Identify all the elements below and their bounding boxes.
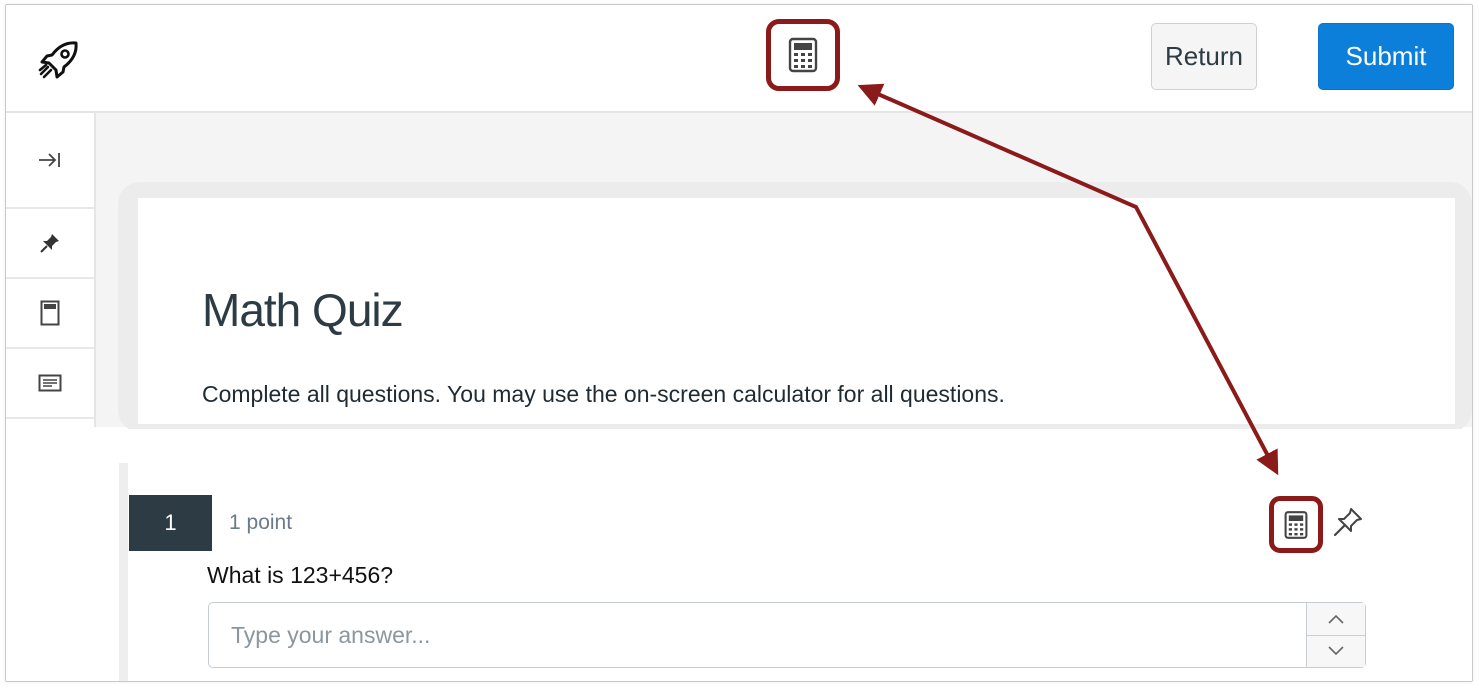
- expand-rail-button[interactable]: [6, 113, 94, 209]
- pin-rail-button[interactable]: [6, 209, 94, 279]
- answer-input[interactable]: [209, 603, 1307, 667]
- quiz-title: Math Quiz: [202, 284, 404, 336]
- question-points: 1 point: [229, 511, 293, 534]
- calculator-icon: [788, 37, 818, 73]
- top-bar: Return Submit: [6, 5, 1472, 113]
- calculator-icon: [1284, 510, 1308, 539]
- text-rail-button[interactable]: [6, 349, 94, 419]
- text-lines-icon: [38, 374, 62, 392]
- left-rail: [6, 113, 96, 427]
- document-rail-button[interactable]: [6, 279, 94, 349]
- answer-field: [208, 602, 1366, 668]
- collapse-arrow-icon: [39, 153, 60, 167]
- quiz-description: Complete all questions. You may use the …: [202, 381, 1005, 407]
- chevron-down-icon: [1328, 646, 1344, 656]
- question-left-bar: [119, 463, 128, 681]
- submit-button[interactable]: Submit: [1318, 23, 1454, 90]
- stepper-up-button[interactable]: [1307, 603, 1365, 636]
- calculator-button[interactable]: [766, 19, 840, 91]
- return-button[interactable]: Return: [1151, 23, 1257, 90]
- pin-outline-icon[interactable]: [1331, 505, 1365, 539]
- chevron-up-icon: [1328, 614, 1344, 624]
- question-calculator-button[interactable]: [1269, 496, 1323, 553]
- pin-icon: [40, 234, 59, 253]
- quiz-window: Return Submit Math Quiz Complete all que…: [5, 4, 1473, 682]
- question-text: What is 123+456?: [207, 562, 394, 588]
- rocket-icon: [38, 41, 78, 79]
- answer-stepper: [1306, 603, 1365, 667]
- document-icon: [40, 300, 60, 326]
- question-number: 1: [129, 495, 212, 551]
- stepper-down-button[interactable]: [1307, 635, 1365, 667]
